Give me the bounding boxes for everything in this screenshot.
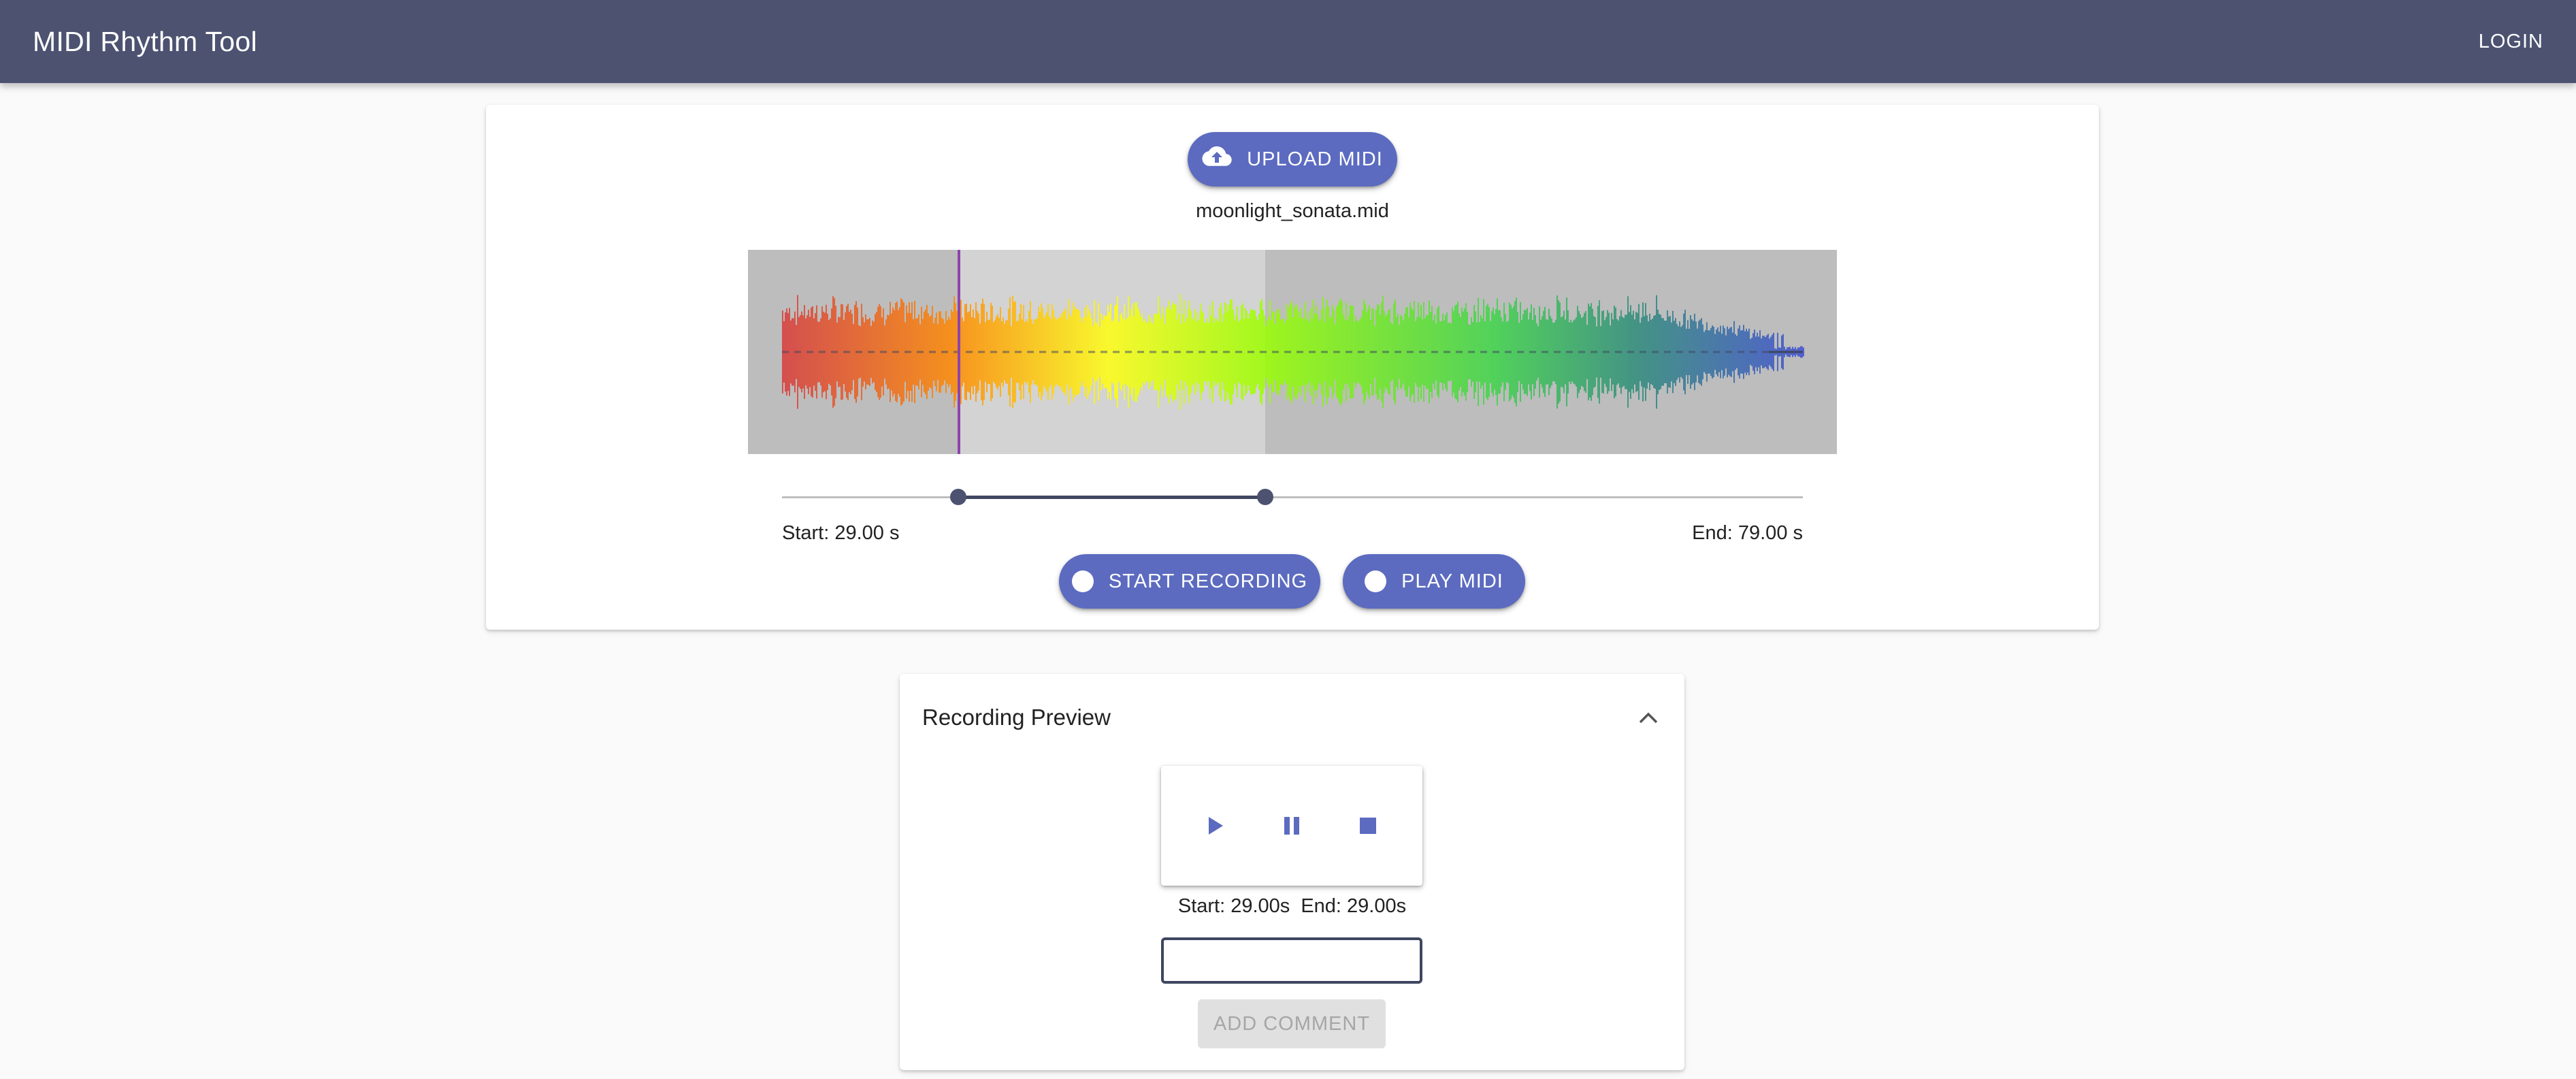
- login-button[interactable]: LOGIN: [2479, 21, 2543, 63]
- end-thumb[interactable]: [1256, 489, 1273, 505]
- cloud-upload-icon: [1202, 146, 1232, 173]
- comment-input[interactable]: [1161, 937, 1422, 984]
- stop-icon: [1360, 818, 1376, 834]
- start-recording-button[interactable]: START RECORDING: [1059, 554, 1320, 609]
- slider-rail: [782, 496, 1803, 498]
- start-time-label: Start: 29.00 s: [782, 522, 900, 544]
- play-midi-label: PLAY MIDI: [1401, 570, 1503, 592]
- chevron-up-icon[interactable]: [1635, 704, 1662, 731]
- preview-header[interactable]: Recording Preview: [922, 674, 1662, 761]
- start-recording-label: START RECORDING: [1108, 570, 1308, 592]
- recording-preview-panel: Recording Preview Start: 29.00s End: 29.…: [900, 674, 1684, 1070]
- slider-track: [958, 496, 1265, 499]
- midi-card: UPLOAD MIDI moonlight_sonata.mid Start: …: [486, 105, 2099, 630]
- playback-controls: [1161, 766, 1422, 886]
- app-title: MIDI Rhythm Tool: [33, 25, 257, 57]
- range-slider[interactable]: [782, 483, 1803, 511]
- record-dot-icon: [1071, 570, 1094, 592]
- pause-button[interactable]: [1271, 805, 1313, 847]
- recording-times: Start: 29.00s End: 29.00s: [900, 895, 1684, 918]
- app-bar: MIDI Rhythm Tool LOGIN: [0, 0, 2576, 83]
- upload-midi-button[interactable]: UPLOAD MIDI: [1188, 132, 1397, 187]
- play-icon: [1209, 817, 1223, 835]
- file-name: moonlight_sonata.mid: [1196, 200, 1389, 222]
- play-button[interactable]: [1194, 805, 1237, 847]
- recording-end-time: End: 29.00s: [1301, 895, 1407, 917]
- stop-button[interactable]: [1347, 805, 1389, 847]
- recording-start-time: Start: 29.00s: [1177, 895, 1290, 917]
- waveform-canvas[interactable]: [748, 250, 1837, 454]
- end-time-label: End: 79.00 s: [1692, 522, 1803, 544]
- waveform[interactable]: [748, 250, 1837, 454]
- preview-title: Recording Preview: [922, 705, 1111, 730]
- play-midi-button[interactable]: PLAY MIDI: [1343, 554, 1525, 609]
- play-dot-icon: [1365, 570, 1387, 592]
- pause-icon: [1284, 817, 1299, 835]
- start-thumb[interactable]: [950, 489, 967, 505]
- add-comment-button[interactable]: ADD COMMENT: [1198, 999, 1386, 1048]
- upload-midi-label: UPLOAD MIDI: [1247, 148, 1383, 170]
